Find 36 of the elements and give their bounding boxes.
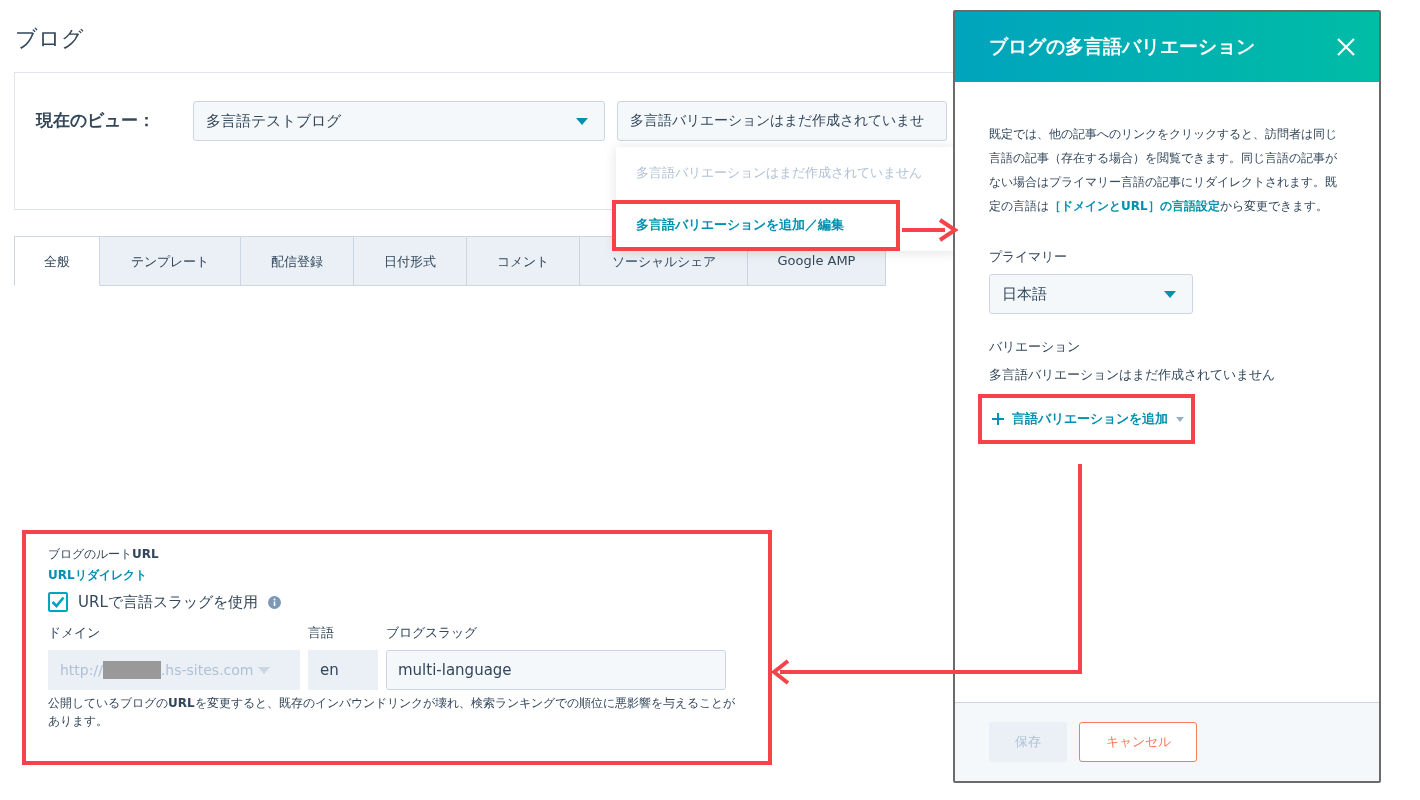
warning-note: 公開しているブログのURLを変更すると、既存のインバウンドリンクが壊れ、検索ランキングでの順位に悪影響を与えることがあります。	[48, 695, 736, 730]
caret-icon	[1176, 416, 1184, 422]
view-label: 現在のビュー：	[36, 109, 156, 132]
language-field[interactable]: en	[308, 650, 378, 690]
domain-label: ドメイン	[48, 624, 101, 642]
slug-label: ブログスラッグ	[386, 624, 478, 642]
variations-label: バリエーション	[989, 338, 1081, 356]
tab[interactable]: 配信登録	[241, 236, 354, 286]
page-title: ブログ	[15, 25, 85, 53]
language-label: 言語	[308, 624, 335, 642]
variation-select[interactable]: 多言語バリエーションはまだ作成されていませ	[617, 101, 947, 141]
tab[interactable]: テンプレート	[100, 236, 241, 286]
info-icon	[267, 595, 281, 609]
plus-icon	[992, 413, 1004, 425]
empty-variations-text: 多言語バリエーションはまだ作成されていません	[989, 366, 1276, 384]
dropdown-item[interactable]: 多言語バリエーションを追加／編集	[612, 199, 900, 251]
language-settings-link[interactable]: ［ドメインとURL］の言語設定	[1049, 199, 1220, 213]
close-icon[interactable]	[1337, 38, 1355, 56]
caret-icon	[576, 117, 588, 125]
caret-icon	[1164, 290, 1176, 298]
slug-field[interactable]: multi-language	[386, 650, 726, 690]
annotation-arrow	[902, 218, 959, 242]
redacted-block	[102, 661, 161, 679]
primary-language-select[interactable]: 日本語	[989, 274, 1193, 314]
primary-label: プライマリー	[989, 248, 1068, 266]
blog-select[interactable]: 多言語テストブログ	[193, 101, 605, 141]
tab[interactable]: 全般	[14, 236, 100, 286]
tab[interactable]: 日付形式	[354, 236, 467, 286]
checkbox[interactable]	[48, 592, 68, 612]
add-variation-button[interactable]: 言語バリエーションを追加	[978, 394, 1195, 444]
checkbox-label: URLで言語スラッグを使用	[78, 592, 258, 612]
tab[interactable]: コメント	[467, 236, 580, 286]
panel-title: ブログの多言語バリエーション	[989, 34, 1255, 59]
description-text: 既定では、他の記事へのリンクをクリックすると、訪問者は同じ言語の記事（存在する場合）を閲覧できます。同じ言語の記事がない場合はプライマリー言語の記事にリダイレクトされます。既定の言語は［ドメインとURL］の言語設定から変更できます。	[989, 126, 1338, 215]
caret-icon	[257, 666, 270, 674]
url-redirect-link[interactable]: URLリダイレクト	[48, 567, 746, 584]
